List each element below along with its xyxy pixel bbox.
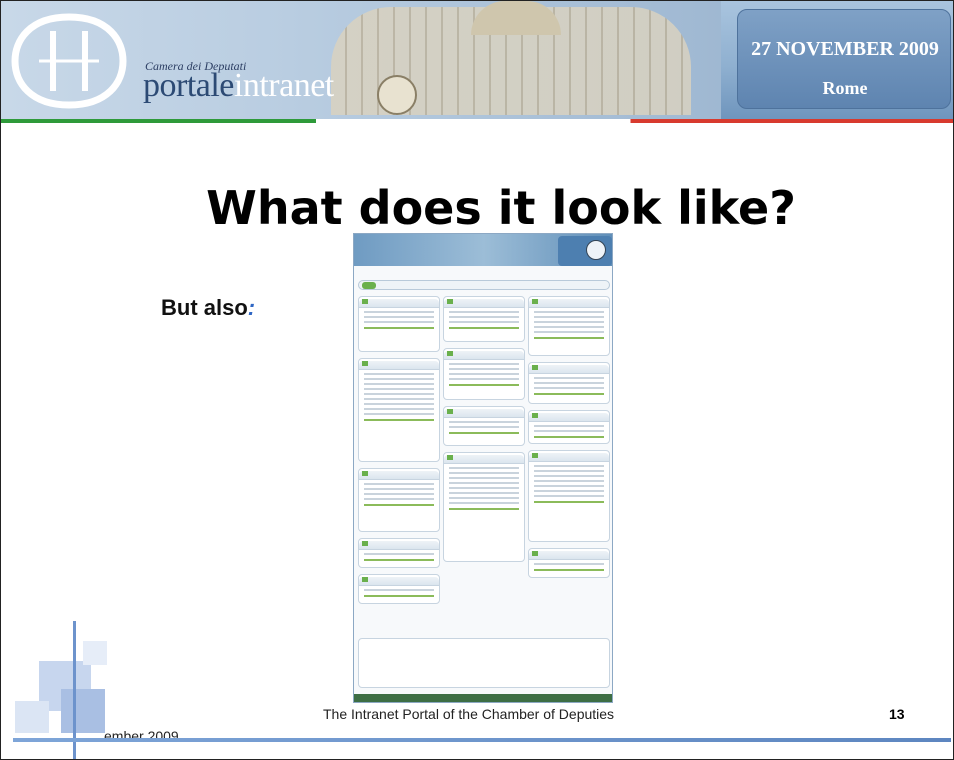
event-city: Rome <box>822 78 868 98</box>
decor-square-3 <box>15 701 49 733</box>
event-info-box: 27 NOVEMBER 2009 Rome <box>737 9 951 109</box>
intranet-word: intranet <box>233 67 334 104</box>
portal-screenshot-clock <box>558 236 612 266</box>
decor-square-4 <box>83 641 107 665</box>
tricolor-stripe <box>1 119 953 123</box>
but-also-label: But also: <box>161 295 255 321</box>
slide-title: What does it look like? <box>206 181 796 235</box>
but-also-text: But also <box>161 295 248 320</box>
portal-screenshot-nav <box>358 280 610 290</box>
page-number: 13 <box>889 706 905 722</box>
event-date: 27 NOVEMBER 2009 <box>751 38 939 60</box>
decor-square-2 <box>61 689 105 733</box>
portal-screenshot-ticker <box>360 270 610 278</box>
portal-word: portale <box>143 67 234 104</box>
portal-screenshot <box>353 233 613 703</box>
header-banner: Camera dei Deputati portaleintranet 27 N… <box>1 1 953 119</box>
portal-screenshot-column-right <box>528 296 610 584</box>
portal-screenshot-column-left <box>358 296 440 610</box>
decor-horizontal-rule <box>13 738 951 742</box>
portal-screenshot-links <box>358 638 610 688</box>
clock-icon <box>377 75 417 115</box>
but-also-colon: : <box>247 295 256 320</box>
portal-screenshot-bottom-bar <box>354 694 612 702</box>
presentation-slide: Camera dei Deputati portaleintranet 27 N… <box>0 0 954 760</box>
portal-wordmark: portaleintranet <box>143 67 334 105</box>
footer-caption: The Intranet Portal of the Chamber of De… <box>323 706 615 722</box>
chamber-logo-icon <box>11 13 127 109</box>
portal-screenshot-column-center <box>443 296 525 568</box>
